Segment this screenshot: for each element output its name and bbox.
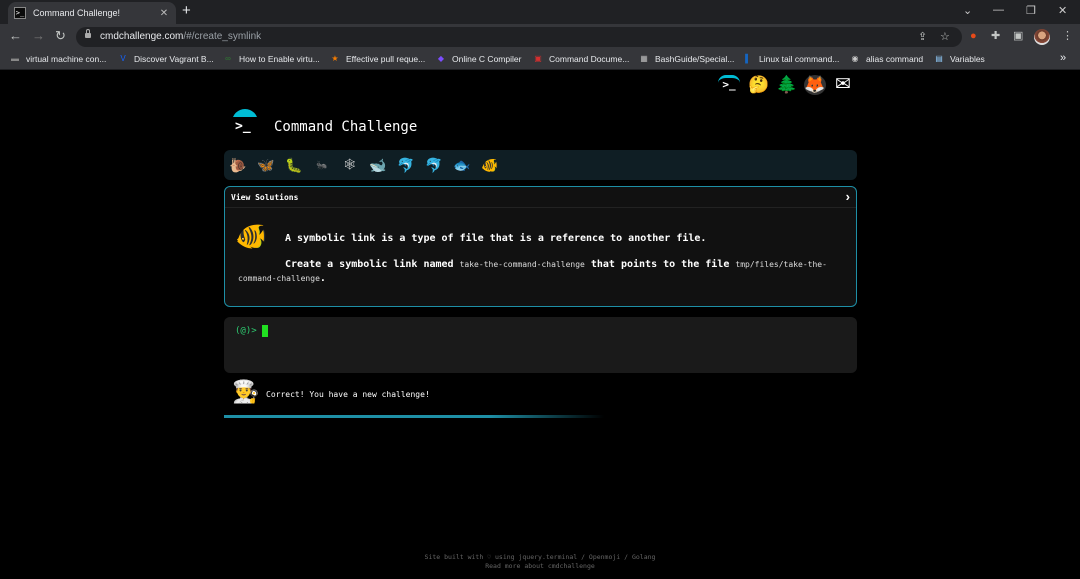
dolphin-icon[interactable]: 🐬 xyxy=(396,155,416,175)
bookmark-favicon-icon: ▦ xyxy=(640,54,648,63)
chevron-right-icon[interactable]: › xyxy=(846,189,850,204)
extensions-puzzle-icon[interactable]: ✚ xyxy=(991,30,1000,42)
footer-read-more-link[interactable]: Read more about cmdchallenge xyxy=(0,562,1080,571)
address-bar[interactable]: cmdchallenge.com/#/create_symlink ⇪ ☆ xyxy=(76,27,962,47)
bookmark-item[interactable]: V Discover Vagrant B... xyxy=(118,54,213,64)
back-button[interactable]: ← xyxy=(9,29,22,43)
browser-tab[interactable]: >_ Command Challenge! ✕ xyxy=(8,2,176,24)
bookmarks-overflow-button[interactable]: » xyxy=(1060,52,1066,64)
bookmark-favicon-icon: ◆ xyxy=(437,54,445,63)
caterpillar-icon[interactable]: 🐛 xyxy=(284,155,304,175)
share-icon[interactable]: ⇪ xyxy=(918,30,927,43)
challenge-task: Create a symbolic link named take-the-co… xyxy=(238,259,827,284)
terminal-prompt: (@)> xyxy=(235,326,257,336)
bookmark-item[interactable]: ◉ alias command xyxy=(850,54,924,64)
bookmark-favicon-icon: ▤ xyxy=(935,54,943,63)
reload-button[interactable]: ↻ xyxy=(55,29,66,43)
status-text: Correct! You have a new challenge! xyxy=(266,390,430,399)
tab-search-icon[interactable]: ⌄ xyxy=(963,4,972,17)
browser-toolbar: ← → ↻ cmdchallenge.com/#/create_symlink … xyxy=(0,24,1080,50)
progress-bar xyxy=(224,415,604,418)
terminal-icon[interactable]: >_ xyxy=(718,75,740,92)
side-panel-icon[interactable]: ▣ xyxy=(1013,30,1023,42)
challenge-card: View Solutions › 🐠 A symbolic link is a … xyxy=(224,186,857,307)
minimize-button[interactable]: — xyxy=(993,4,1004,16)
bookmark-item[interactable]: ▦ BashGuide/Special... xyxy=(639,54,734,64)
bookmark-favicon-icon: ▬ xyxy=(11,54,19,63)
page-content: >_ 🤔 🌲 🦊 ✉ >_ Command Challenge 🐌 🦋 🐛 🐜 … xyxy=(0,71,1080,579)
new-tab-button[interactable]: + xyxy=(182,3,191,19)
whale-icon[interactable]: 🐋 xyxy=(368,155,388,175)
bookmark-item[interactable]: ∞ How to Enable virtu... xyxy=(223,54,320,64)
tab-favicon-icon: >_ xyxy=(14,7,26,19)
terminal-cursor xyxy=(262,325,268,337)
tab-strip: >_ Command Challenge! ✕ + ⌄ — ❐ ✕ xyxy=(0,0,1080,24)
view-solutions-label: View Solutions xyxy=(231,193,299,202)
terminal-input[interactable]: (@)> xyxy=(224,317,857,373)
snail-icon[interactable]: 🐌 xyxy=(228,155,248,175)
lock-icon xyxy=(85,29,91,40)
butterfly-icon[interactable]: 🦋 xyxy=(256,155,276,175)
tropical-fish-icon[interactable]: 🐠 xyxy=(480,155,500,175)
bookmark-favicon-icon: ▣ xyxy=(534,54,542,63)
menu-kebab-icon[interactable]: ⋮ xyxy=(1062,30,1073,42)
thinking-emoji-icon[interactable]: 🤔 xyxy=(748,75,770,95)
bookmark-favicon-icon: ◉ xyxy=(851,54,859,63)
extension-icon[interactable]: ● xyxy=(970,30,977,42)
challenge-nav-bar: 🐌 🦋 🐛 🐜 🕸 🐋 🐬 🐬 🐟 🐠 xyxy=(224,150,857,180)
bookmark-item[interactable]: ▣ Command Docume... xyxy=(533,54,629,64)
tab-title: Command Challenge! xyxy=(33,8,121,18)
bookmarks-bar: ▬ virtual machine con... V Discover Vagran… xyxy=(0,50,1080,70)
shark-icon[interactable]: 🐬 xyxy=(424,155,444,175)
footer-credits: Site built with ♡ using jquery.terminal … xyxy=(424,553,656,561)
tab-close-icon[interactable]: ✕ xyxy=(158,8,170,19)
url-text: cmdchallenge.com/#/create_symlink xyxy=(100,31,262,42)
profile-avatar[interactable] xyxy=(1034,29,1050,45)
bookmark-item[interactable]: ▤ Variables xyxy=(934,54,985,64)
tree-icon[interactable]: 🌲 xyxy=(776,75,798,95)
footer: Site built with ♡ using jquery.terminal … xyxy=(0,553,1080,571)
view-solutions-header[interactable]: View Solutions › xyxy=(225,187,856,208)
forward-button[interactable]: → xyxy=(32,29,45,43)
site-logo-icon[interactable]: >_ xyxy=(230,109,260,139)
bookmark-item[interactable]: ▬ virtual machine con... xyxy=(10,54,106,64)
page-title: Command Challenge xyxy=(274,119,418,135)
chef-icon: 👨‍🍳 xyxy=(232,379,260,404)
close-window-button[interactable]: ✕ xyxy=(1058,4,1067,17)
bookmark-favicon-icon: ∞ xyxy=(225,54,231,63)
bookmark-item[interactable]: ◆ Online C Compiler xyxy=(436,54,522,64)
spider-web-icon[interactable]: 🕸 xyxy=(340,155,360,175)
bookmark-item[interactable]: ▌ Linux tail command... xyxy=(743,54,839,64)
tropical-fish-icon: 🐠 xyxy=(235,221,268,251)
bookmark-star-icon[interactable]: ☆ xyxy=(940,30,950,43)
bookmark-item[interactable]: ★ Effective pull reque... xyxy=(330,54,425,64)
restore-button[interactable]: ❐ xyxy=(1026,4,1036,17)
challenge-description: A symbolic link is a type of file that i… xyxy=(285,233,707,244)
status-message: 👨‍🍳 Correct! You have a new challenge! xyxy=(232,377,632,407)
bookmark-favicon-icon: ▌ xyxy=(745,54,751,63)
ant-icon[interactable]: 🐜 xyxy=(312,155,332,175)
bookmark-favicon-icon: ★ xyxy=(331,54,339,63)
mail-icon[interactable]: ✉ xyxy=(832,75,854,95)
bookmark-favicon-icon: V xyxy=(120,54,126,63)
gitlab-icon[interactable]: 🦊 xyxy=(804,75,826,95)
link-name-code: take-the-command-challenge xyxy=(459,260,585,269)
fish-icon[interactable]: 🐟 xyxy=(452,155,472,175)
